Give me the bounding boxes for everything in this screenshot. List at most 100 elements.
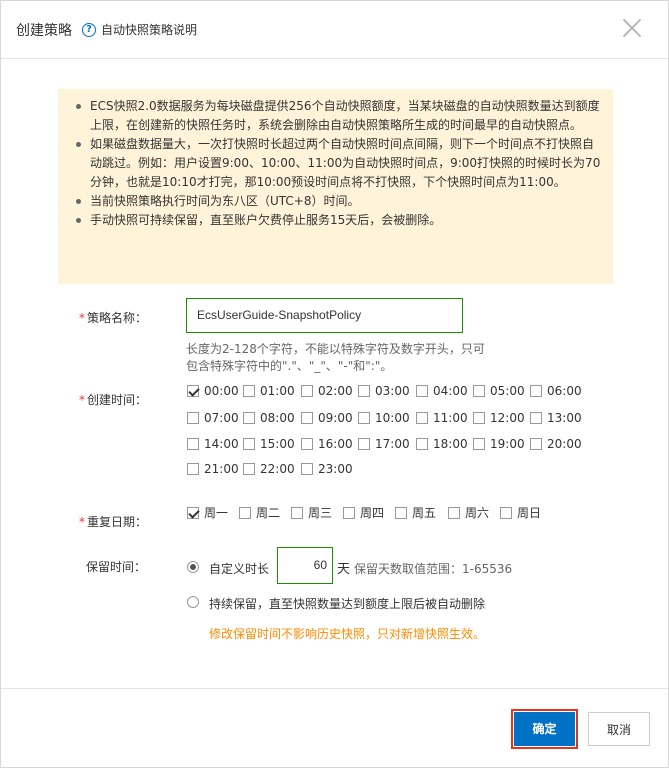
time-option[interactable]: 22:00 bbox=[243, 462, 295, 476]
day-checkbox[interactable] bbox=[500, 506, 512, 519]
time-checkbox[interactable] bbox=[187, 438, 199, 450]
time-option-label: 01:00 bbox=[260, 384, 295, 398]
time-checkbox[interactable] bbox=[530, 412, 542, 424]
time-checkbox[interactable] bbox=[301, 412, 313, 424]
retention-warning: 修改保留时间不影响历史快照，只对新增快照生效。 bbox=[209, 627, 486, 641]
time-checkbox[interactable] bbox=[416, 438, 428, 450]
time-option[interactable]: 01:00 bbox=[243, 384, 295, 398]
notice-item: 如果磁盘数据量大，一次打快照时长超过两个自动快照时间点间隔，则下一个时间点不打快… bbox=[74, 135, 601, 192]
help-link[interactable]: ? 自动快照策略说明 bbox=[82, 21, 197, 38]
time-option-label: 18:00 bbox=[433, 437, 468, 451]
time-option[interactable]: 23:00 bbox=[301, 462, 353, 476]
day-option[interactable]: 周五 bbox=[395, 504, 436, 521]
day-checkbox[interactable] bbox=[343, 506, 355, 519]
time-option-label: 02:00 bbox=[318, 384, 353, 398]
time-option[interactable]: 06:00 bbox=[530, 384, 582, 398]
day-option-label: 周一 bbox=[204, 506, 229, 520]
day-checkbox[interactable] bbox=[395, 506, 407, 519]
day-option-label: 周六 bbox=[465, 506, 490, 520]
time-option[interactable]: 10:00 bbox=[358, 411, 410, 425]
time-option-label: 14:00 bbox=[204, 437, 239, 451]
retention-range-hint: 保留天数取值范围：1-65536 bbox=[354, 562, 513, 576]
time-option[interactable]: 16:00 bbox=[301, 437, 353, 451]
confirm-button[interactable]: 确定 bbox=[511, 709, 578, 749]
day-checkbox[interactable] bbox=[291, 506, 303, 519]
day-checkbox[interactable] bbox=[239, 506, 251, 519]
time-checkbox[interactable] bbox=[243, 438, 255, 450]
time-checkbox[interactable] bbox=[301, 438, 313, 450]
time-checkbox[interactable] bbox=[358, 412, 370, 424]
day-option[interactable]: 周三 bbox=[291, 504, 332, 521]
time-option[interactable]: 04:00 bbox=[416, 384, 468, 398]
time-option[interactable]: 21:00 bbox=[187, 462, 239, 476]
time-option[interactable]: 18:00 bbox=[416, 437, 468, 451]
time-option-label: 22:00 bbox=[260, 462, 295, 476]
retention-label: 保留时间： bbox=[86, 560, 147, 574]
time-option[interactable]: 09:00 bbox=[301, 411, 353, 425]
create-time-label: * 创建时间： bbox=[79, 393, 148, 407]
time-option[interactable]: 19:00 bbox=[473, 437, 525, 451]
time-checkbox[interactable] bbox=[243, 385, 255, 397]
day-option[interactable]: 周六 bbox=[448, 504, 489, 521]
time-checkbox[interactable] bbox=[243, 412, 255, 424]
close-icon[interactable] bbox=[619, 15, 645, 41]
day-checkbox[interactable] bbox=[448, 506, 460, 519]
notice-item: 手动快照可持续保留，直至账户欠费停止服务15天后，会被删除。 bbox=[74, 211, 601, 230]
time-option[interactable]: 14:00 bbox=[187, 437, 239, 451]
retention-days-input[interactable]: 60 bbox=[277, 547, 333, 584]
time-checkbox[interactable] bbox=[301, 385, 313, 397]
time-checkbox[interactable] bbox=[473, 385, 485, 397]
time-option-label: 07:00 bbox=[204, 411, 239, 425]
time-option-label: 20:00 bbox=[547, 437, 582, 451]
time-option[interactable]: 08:00 bbox=[243, 411, 295, 425]
time-checkbox[interactable] bbox=[530, 385, 542, 397]
time-option[interactable]: 12:00 bbox=[473, 411, 525, 425]
keep-forever-label: 持续保留，直至快照数量达到额度上限后被自动删除 bbox=[209, 597, 486, 611]
time-option[interactable]: 02:00 bbox=[301, 384, 353, 398]
time-option[interactable]: 07:00 bbox=[187, 411, 239, 425]
time-option-label: 04:00 bbox=[433, 384, 468, 398]
time-checkbox[interactable] bbox=[243, 463, 255, 475]
time-checkbox[interactable] bbox=[187, 412, 199, 424]
time-option[interactable]: 00:00 bbox=[187, 384, 239, 398]
time-option[interactable]: 05:00 bbox=[473, 384, 525, 398]
custom-duration-radio[interactable] bbox=[187, 561, 199, 573]
time-option[interactable]: 11:00 bbox=[416, 411, 468, 425]
time-checkbox[interactable] bbox=[187, 385, 199, 397]
time-checkbox[interactable] bbox=[530, 438, 542, 450]
time-checkbox[interactable] bbox=[358, 385, 370, 397]
time-option[interactable]: 03:00 bbox=[358, 384, 410, 398]
time-checkbox[interactable] bbox=[473, 438, 485, 450]
time-checkbox[interactable] bbox=[301, 463, 313, 475]
time-checkbox[interactable] bbox=[187, 463, 199, 475]
time-option-label: 21:00 bbox=[204, 462, 239, 476]
time-checkbox[interactable] bbox=[473, 412, 485, 424]
cancel-button[interactable]: 取消 bbox=[588, 712, 650, 746]
day-option[interactable]: 周一 bbox=[187, 504, 228, 521]
time-option[interactable]: 15:00 bbox=[243, 437, 295, 451]
days-unit-label: 天 bbox=[337, 562, 351, 577]
time-option-label: 17:00 bbox=[375, 437, 410, 451]
day-option-label: 周五 bbox=[412, 506, 437, 520]
repeat-date-label: * 重复日期： bbox=[79, 515, 148, 529]
help-link-label: 自动快照策略说明 bbox=[101, 23, 198, 37]
time-option-label: 11:00 bbox=[433, 411, 468, 425]
day-option[interactable]: 周二 bbox=[239, 504, 280, 521]
time-option-label: 03:00 bbox=[375, 384, 410, 398]
notice-item: 当前快照策略执行时间为东八区（UTC+8）时间。 bbox=[74, 192, 601, 211]
time-checkbox[interactable] bbox=[416, 412, 428, 424]
time-checkbox[interactable] bbox=[358, 438, 370, 450]
time-option[interactable]: 17:00 bbox=[358, 437, 410, 451]
time-option-label: 12:00 bbox=[490, 411, 525, 425]
day-option[interactable]: 周四 bbox=[343, 504, 384, 521]
keep-forever-radio[interactable] bbox=[187, 596, 199, 608]
day-checkbox[interactable] bbox=[187, 506, 199, 519]
time-option-label: 00:00 bbox=[204, 384, 239, 398]
time-option[interactable]: 13:00 bbox=[530, 411, 582, 425]
day-option[interactable]: 周日 bbox=[500, 504, 541, 521]
time-option-label: 19:00 bbox=[490, 437, 525, 451]
time-checkbox[interactable] bbox=[416, 385, 428, 397]
day-option-label: 周二 bbox=[256, 506, 281, 520]
time-option[interactable]: 20:00 bbox=[530, 437, 582, 451]
policy-name-input[interactable]: EcsUserGuide-SnapshotPolicy bbox=[186, 298, 463, 333]
